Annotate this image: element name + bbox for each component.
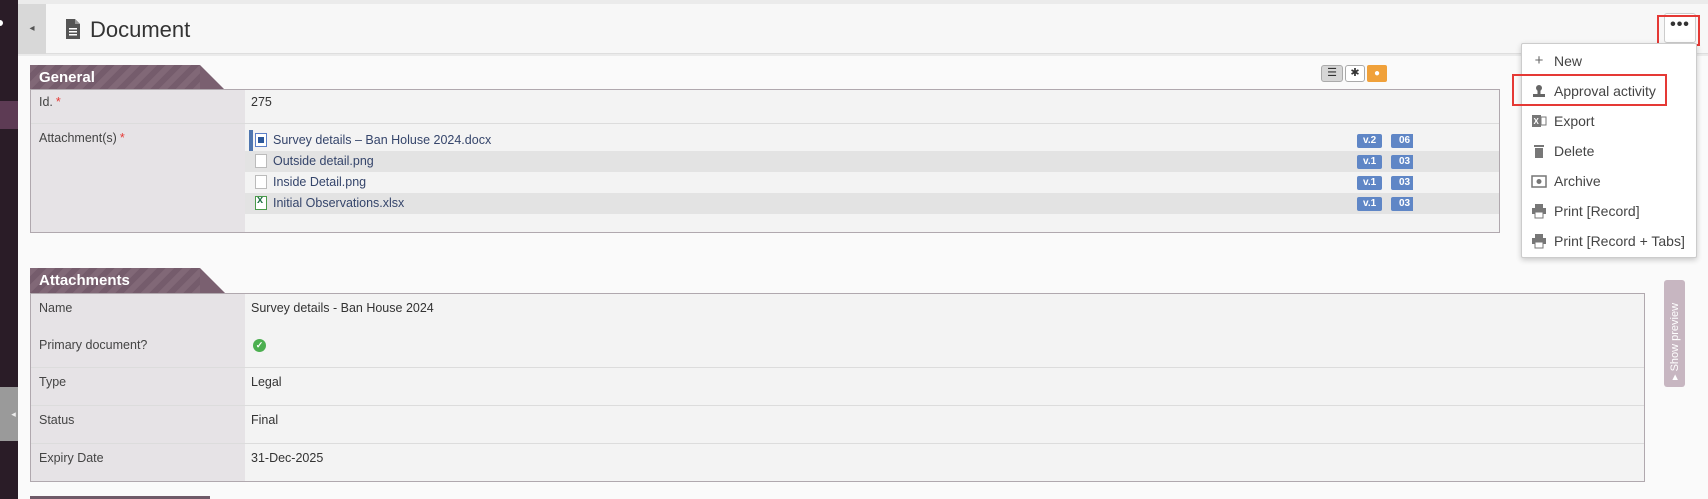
attachment-name[interactable]: Initial Observations.xlsx	[273, 196, 404, 210]
attachment-name[interactable]: Inside Detail.png	[273, 175, 366, 189]
check-circle-icon: ✓	[253, 339, 266, 352]
version-badge[interactable]: v.1	[1357, 155, 1383, 169]
record-header: ◂ Document	[18, 4, 1708, 54]
excel-file-icon	[255, 194, 267, 210]
id-label: Id. *	[39, 95, 61, 109]
blank-file-icon	[255, 175, 267, 189]
attachment-item[interactable]: Initial Observations.xlsx v.1 03	[245, 193, 1499, 214]
menu-item-archive[interactable]: Archive	[1522, 167, 1696, 195]
menu-item-print-record-tabs[interactable]: Print [Record + Tabs]	[1522, 227, 1696, 255]
show-preview-tab[interactable]: ▸ Show preview	[1664, 280, 1685, 387]
asterisk-view-icon[interactable]: ✱	[1345, 65, 1365, 82]
version-badge[interactable]: v.2	[1357, 134, 1383, 148]
name-label: Name	[39, 301, 73, 315]
sidebar-dot	[0, 20, 3, 26]
date-badge: 03	[1391, 155, 1413, 169]
svg-text:X: X	[1534, 117, 1540, 126]
general-section-header[interactable]: General	[30, 65, 225, 90]
trash-icon	[1534, 145, 1544, 158]
archive-icon	[1531, 175, 1547, 188]
date-badge: 03	[1391, 197, 1413, 211]
collapse-left-button[interactable]: ◂	[18, 4, 46, 54]
attachments-label: Attachment(s) *	[39, 131, 125, 145]
printer-icon	[1532, 234, 1546, 249]
primary-document-label: Primary document?	[39, 338, 148, 352]
highlight-more-button	[1657, 15, 1700, 46]
version-badge[interactable]: v.1	[1357, 197, 1383, 211]
attachment-item[interactable]: Inside Detail.png v.1 03	[245, 172, 1499, 193]
id-value: 275	[251, 95, 272, 109]
general-panel: Id. * 275 Attachment(s) * Survey details –…	[30, 89, 1500, 233]
page-title: Document	[90, 17, 191, 42]
left-sidebar-strip: ◂	[0, 0, 27, 499]
attachments-field-row: Attachment(s) * Survey details – Ban Holu…	[31, 124, 1499, 232]
name-value: Survey details - Ban House 2024	[251, 301, 434, 315]
sidebar-active-item[interactable]	[0, 101, 18, 129]
highlight-approval-activity	[1512, 74, 1667, 106]
status-label: Status	[39, 413, 75, 427]
word-file-icon	[255, 133, 267, 147]
expiry-date-value: 31-Dec-2025	[251, 451, 324, 465]
attachment-name[interactable]: Outside detail.png	[273, 154, 374, 168]
menu-item-new[interactable]: + New	[1522, 47, 1696, 75]
expiry-date-label: Expiry Date	[39, 451, 104, 465]
menu-item-print-record[interactable]: Print [Record]	[1522, 197, 1696, 225]
type-label: Type	[39, 375, 67, 389]
blank-file-icon	[255, 154, 267, 168]
attachments-section-header[interactable]: Attachments	[30, 268, 225, 293]
type-value: Legal	[251, 375, 282, 389]
plus-icon: +	[1534, 52, 1544, 69]
printer-icon	[1532, 204, 1546, 219]
status-value: Final	[251, 413, 279, 427]
list-view-icon[interactable]: ☰	[1321, 65, 1343, 82]
document-icon	[66, 19, 80, 39]
attachment-name[interactable]: Survey details – Ban Holuse 2024.docx	[273, 133, 491, 147]
user-badge-icon[interactable]: ●	[1367, 65, 1387, 82]
excel-export-icon: X	[1532, 115, 1547, 127]
date-badge: 03	[1391, 176, 1413, 190]
active-indicator	[249, 130, 253, 151]
name-row: Name Survey details - Ban House 2024	[31, 294, 1644, 331]
primary-document-row: Primary document? ✓	[31, 331, 1644, 368]
status-row: Status Final	[31, 406, 1644, 444]
menu-item-export[interactable]: X Export	[1522, 107, 1696, 135]
version-badge[interactable]: v.1	[1357, 176, 1383, 190]
attachment-item[interactable]: Survey details – Ban Holuse 2024.docx v.…	[245, 130, 1499, 151]
type-row: Type Legal	[31, 368, 1644, 406]
id-row: Id. * 275	[31, 90, 1499, 124]
attachments-panel: Name Survey details - Ban House 2024 Pri…	[30, 293, 1645, 482]
date-badge: 06	[1391, 134, 1413, 148]
menu-item-delete[interactable]: Delete	[1522, 137, 1696, 165]
record-content: General ☰ ✱ ● Id. * 275 Attachment(s) * Su…	[18, 56, 1708, 499]
expiry-date-row: Expiry Date 31-Dec-2025	[31, 444, 1644, 481]
attachment-item[interactable]: Outside detail.png v.1 03	[245, 151, 1499, 172]
